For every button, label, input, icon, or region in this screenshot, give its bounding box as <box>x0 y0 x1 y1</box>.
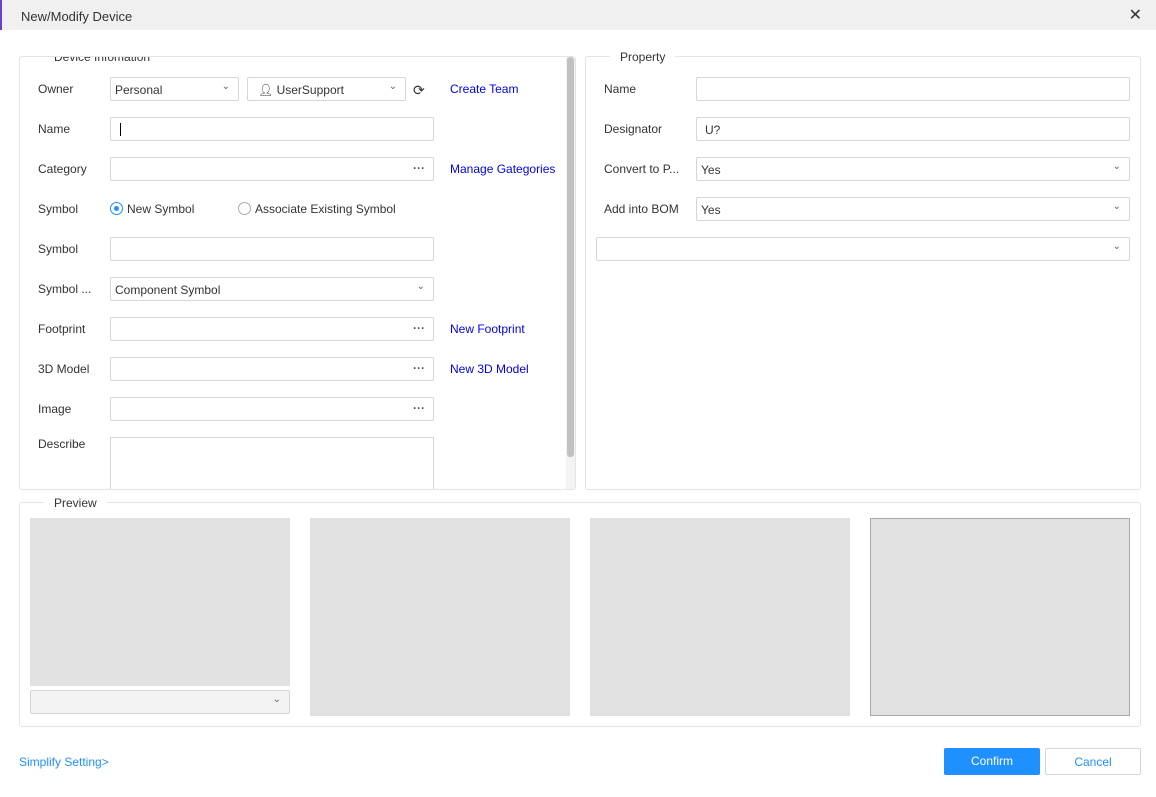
close-icon[interactable]: ✕ <box>1129 5 1142 25</box>
designator-input[interactable]: U? <box>696 117 1130 141</box>
chevron-down-icon: ⌄ <box>272 694 281 705</box>
radio-label: New Symbol <box>127 202 195 216</box>
bom-label: Add into BOM <box>604 202 679 216</box>
preview-image <box>870 518 1130 716</box>
chevron-down-icon: ⌄ <box>416 281 425 292</box>
scrollbar-track[interactable] <box>566 57 575 489</box>
new-3d-model-link[interactable]: New 3D Model <box>450 362 529 376</box>
preview-select[interactable]: ⌄ <box>30 690 290 714</box>
new-footprint-link[interactable]: New Footprint <box>450 322 525 336</box>
symbol-input[interactable] <box>110 237 434 261</box>
designator-value: U? <box>705 123 721 137</box>
convert-label: Convert to P... <box>604 162 680 176</box>
create-team-link[interactable]: Create Team <box>450 82 518 96</box>
category-label: Category <box>38 162 87 176</box>
more-icon[interactable]: ··· <box>413 401 425 415</box>
device-info-legend: Device Infomation <box>44 57 161 64</box>
refresh-icon[interactable]: ⟳ <box>413 82 425 99</box>
footprint-label: Footprint <box>38 322 86 336</box>
symbol-type-label: Symbol ... <box>38 282 92 296</box>
more-icon[interactable]: ··· <box>413 361 425 375</box>
symbol-mode-label: Symbol <box>38 202 79 216</box>
preview-3d-model <box>590 518 850 716</box>
convert-value: Yes <box>701 163 721 177</box>
owner-label: Owner <box>38 82 74 96</box>
window-title: New/Modify Device <box>21 9 133 24</box>
chevron-down-icon: ⌄ <box>1112 161 1121 172</box>
prop-name-input[interactable] <box>696 77 1130 101</box>
property-legend: Property <box>610 50 676 64</box>
chevron-down-icon: ⌄ <box>1112 241 1121 252</box>
radio-checked-icon <box>110 202 123 215</box>
simplify-setting-link[interactable]: Simplify Setting> <box>19 755 109 769</box>
describe-textarea[interactable] <box>110 437 434 489</box>
text-cursor <box>120 123 121 136</box>
preview-footprint <box>310 518 570 716</box>
designator-label: Designator <box>604 122 663 136</box>
title-bar: New/Modify Device ✕ <box>0 0 1156 30</box>
owner-type-select[interactable]: Personal ⌄ <box>110 77 239 101</box>
owner-user-select[interactable]: 👤︎ UserSupport ⌄ <box>247 77 406 101</box>
more-icon[interactable]: ··· <box>413 321 425 335</box>
bom-value: Yes <box>701 203 721 217</box>
radio-label: Associate Existing Symbol <box>255 202 396 216</box>
user-icon: 👤︎ <box>258 83 274 97</box>
image-input[interactable]: ··· <box>110 397 434 421</box>
radio-new-symbol[interactable]: New Symbol <box>110 202 194 216</box>
convert-select[interactable]: Yes ⌄ <box>696 157 1130 181</box>
chevron-down-icon: ⌄ <box>388 81 397 92</box>
name-label: Name <box>38 122 71 136</box>
cancel-button[interactable]: Cancel <box>1045 748 1141 775</box>
extra-property-select[interactable]: ⌄ <box>596 237 1130 261</box>
image-label: Image <box>38 402 72 416</box>
footprint-input[interactable]: ··· <box>110 317 434 341</box>
model3d-label: 3D Model <box>38 362 90 376</box>
owner-type-value: Personal <box>115 83 163 97</box>
symbol-type-value: Component Symbol <box>115 283 221 297</box>
radio-unchecked-icon <box>238 202 251 215</box>
bom-select[interactable]: Yes ⌄ <box>696 197 1130 221</box>
radio-associate-existing[interactable]: Associate Existing Symbol <box>238 202 396 216</box>
symbol-label: Symbol <box>38 242 79 256</box>
scrollbar-thumb[interactable] <box>567 57 574 457</box>
prop-name-label: Name <box>604 82 637 96</box>
preview-symbol <box>30 518 290 686</box>
name-input[interactable] <box>110 117 434 141</box>
manage-categories-link[interactable]: Manage Gategories <box>450 162 555 176</box>
chevron-down-icon: ⌄ <box>221 81 230 92</box>
preview-legend: Preview <box>44 496 107 510</box>
chevron-down-icon: ⌄ <box>1112 201 1121 212</box>
category-input[interactable]: ··· <box>110 157 434 181</box>
more-icon[interactable]: ··· <box>413 161 425 175</box>
model3d-input[interactable]: ··· <box>110 357 434 381</box>
confirm-button[interactable]: Confirm <box>944 748 1040 775</box>
symbol-type-select[interactable]: Component Symbol ⌄ <box>110 277 434 301</box>
owner-user-value: UserSupport <box>276 83 344 97</box>
describe-label: Describe <box>38 437 86 451</box>
